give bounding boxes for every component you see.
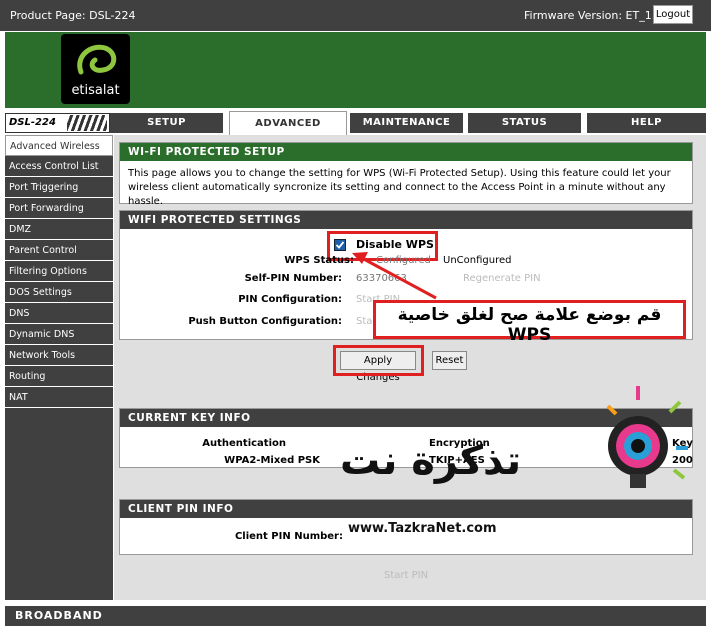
client-pin-label: Client PIN Number:	[234, 531, 343, 542]
watermark-arabic: تذكرة نت	[340, 438, 522, 484]
watermark-url: www.TazkraNet.com	[348, 521, 497, 536]
footer-broadband: BROADBAND	[5, 606, 706, 626]
watermark-lightbulb-icon	[606, 386, 688, 488]
highlight-apply	[333, 345, 424, 376]
reset-button[interactable]: Reset	[432, 351, 467, 370]
start-client-pin-button[interactable]: Start PIN	[384, 570, 428, 581]
auth-label: Authentication	[202, 438, 286, 449]
auth-value: WPA2-Mixed PSK	[224, 455, 320, 466]
